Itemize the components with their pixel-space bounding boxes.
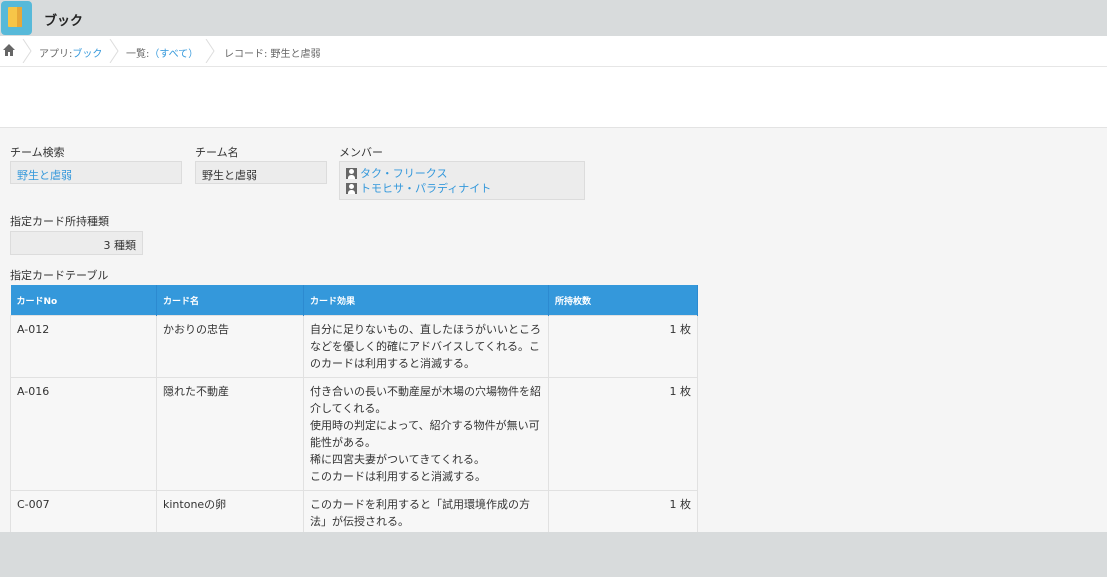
team-search-field: 野生と虐弱 (10, 161, 182, 184)
card-name-cell: kintoneの卵 (156, 490, 304, 536)
user-icon (346, 182, 357, 194)
book-app-icon[interactable] (1, 1, 32, 35)
column-header-card-name: カード名 (156, 285, 304, 316)
breadcrumb-separator-icon (22, 39, 32, 63)
member-item[interactable]: トモヒサ・パラディナイト (346, 181, 491, 195)
breadcrumb-separator-icon (205, 39, 215, 63)
breadcrumb-list-link[interactable]: （すべて） (149, 49, 198, 60)
card-effect-cell: 自分に足りないもの、直したほうがいいところなどを優しく的確にアドバイスしてくれる… (303, 315, 549, 378)
card-kinds-label: 指定カード所持種類 (10, 215, 109, 228)
card-no-cell: C-007 (10, 490, 157, 536)
member-item[interactable]: タク・フリークス (346, 166, 447, 180)
table-row: C-007 kintoneの卵 このカードを利用すると「試用環境作成の方法」が伝… (10, 490, 698, 536)
table-header-row: カードNo カード名 カード効果 所持枚数 (10, 285, 698, 316)
quantity-cell: 1 枚 (548, 315, 698, 378)
table-row: A-012 かおりの忠告 自分に足りないもの、直したほうがいいところなどを優しく… (10, 315, 698, 378)
breadcrumb-separator-icon (109, 39, 119, 63)
user-icon (346, 167, 357, 179)
card-effect-cell: このカードを利用すると「試用環境作成の方法」が伝授される。 (303, 490, 549, 536)
breadcrumb-app: アプリ:ブック (39, 49, 103, 60)
card-kinds-field: 3 種類 (10, 231, 143, 255)
app-header: ブック (0, 0, 1107, 36)
quantity-cell: 1 枚 (548, 490, 698, 536)
card-no-cell: A-016 (10, 377, 157, 491)
column-header-quantity: 所持枚数 (548, 285, 698, 316)
team-search-link[interactable]: 野生と虐弱 (17, 167, 72, 183)
quantity-cell: 1 枚 (548, 377, 698, 491)
column-header-card-no: カードNo (10, 285, 157, 316)
team-search-label: チーム検索 (10, 146, 65, 159)
card-name-cell: かおりの忠告 (156, 315, 304, 378)
team-name-field: 野生と虐弱 (195, 161, 327, 184)
breadcrumb: アプリ:ブック 一覧:（すべて） レコード: 野生と虐弱 (0, 36, 1107, 67)
members-label: メンバー (339, 146, 383, 159)
team-name-value: 野生と虐弱 (202, 169, 257, 182)
breadcrumb-record: レコード: 野生と虐弱 (224, 49, 321, 60)
team-name-label: チーム名 (195, 146, 239, 159)
card-effect-cell: 付き合いの長い不動産屋が木場の穴場物件を紹介してくれる。 使用時の判定によって、… (303, 377, 549, 491)
column-header-card-effect: カード効果 (303, 285, 549, 316)
card-kinds-value: 3 種類 (103, 239, 137, 252)
breadcrumb-app-link[interactable]: ブック (72, 49, 102, 60)
toolbar-area (0, 67, 1107, 128)
footer-bar (0, 532, 1107, 577)
members-field: タク・フリークス トモヒサ・パラディナイト (339, 161, 585, 200)
breadcrumb-list: 一覧:（すべて） (126, 49, 199, 60)
card-name-cell: 隠れた不動産 (156, 377, 304, 491)
card-table: カードNo カード名 カード効果 所持枚数 A-012 かおりの忠告 自分に足り… (10, 285, 698, 536)
card-no-cell: A-012 (10, 315, 157, 378)
home-icon[interactable] (3, 44, 15, 56)
table-row: A-016 隠れた不動産 付き合いの長い不動産屋が木場の穴場物件を紹介してくれる… (10, 377, 698, 491)
table-title: 指定カードテーブル (10, 269, 109, 282)
app-title: ブック (44, 14, 84, 29)
